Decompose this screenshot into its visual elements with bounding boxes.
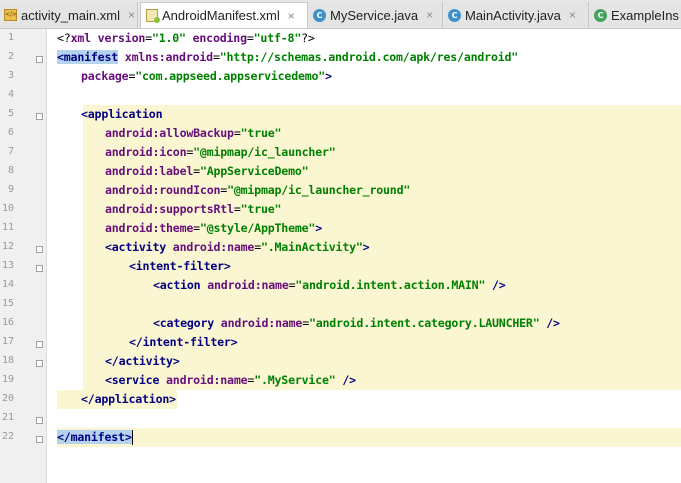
line-number: 20 — [1, 393, 14, 404]
tab-android-manifest-xml[interactable]: AndroidManifest.xml × — [140, 2, 308, 28]
fold-marker-icon[interactable] — [36, 246, 43, 253]
manifest-file-icon — [145, 9, 160, 23]
current-line-highlight — [57, 428, 681, 447]
line-number: 16 — [1, 317, 14, 328]
line-number: 7 — [7, 146, 14, 157]
code-line: <intent-filter> — [129, 259, 231, 273]
fold-marker-icon[interactable] — [36, 360, 43, 367]
code-line: android:supportsRtl="true" — [105, 202, 282, 216]
fold-marker-icon[interactable] — [36, 436, 43, 443]
line-number: 14 — [1, 279, 14, 290]
line-number-gutter[interactable]: 1 2 3 4 5 6 7 8 9 10 11 12 13 14 15 16 1… — [0, 29, 47, 483]
code-line: </manifest> — [57, 430, 133, 445]
code-line: <activity android:name=".MainActivity"> — [105, 240, 370, 254]
fold-marker-icon[interactable] — [36, 341, 43, 348]
editor-tab-bar: </> activity_main.xml × AndroidManifest.… — [0, 0, 681, 29]
code-line: android:theme="@style/AppTheme"> — [105, 221, 322, 235]
class-icon: C — [313, 8, 326, 22]
line-number: 5 — [7, 108, 14, 119]
class-icon: C — [448, 8, 461, 22]
code-line: android:allowBackup="true" — [105, 126, 282, 140]
code-line: android:roundIcon="@mipmap/ic_launcher_r… — [105, 183, 411, 197]
text-caret — [131, 430, 133, 445]
line-number: 2 — [7, 51, 14, 62]
tab-label: ExampleIns — [611, 7, 679, 23]
tab-mainactivity-java[interactable]: C MainActivity.java × — [444, 2, 589, 28]
line-number: 12 — [1, 241, 14, 252]
line-number: 1 — [7, 32, 14, 43]
line-number: 21 — [1, 412, 14, 423]
line-number: 19 — [1, 374, 14, 385]
code-line: android:icon="@mipmap/ic_launcher" — [105, 145, 336, 159]
class-icon: C — [594, 8, 607, 22]
line-number: 3 — [7, 70, 14, 81]
line-number: 13 — [1, 260, 14, 271]
line-number: 11 — [1, 222, 14, 233]
line-number: 6 — [7, 127, 14, 138]
xml-file-icon: </> — [4, 9, 17, 22]
line-number: 9 — [7, 184, 14, 195]
tab-label: MyService.java — [330, 7, 419, 23]
fold-marker-icon[interactable] — [36, 265, 43, 272]
code-line: <category android:name="android.intent.c… — [153, 316, 560, 330]
code-line: </intent-filter> — [129, 335, 238, 349]
close-icon[interactable]: × — [288, 9, 295, 23]
close-icon[interactable]: × — [128, 8, 135, 22]
code-line: package="com.appseed.appservicedemo"> — [81, 69, 332, 83]
tab-myservice-java[interactable]: C MyService.java × — [309, 2, 443, 28]
code-line: </application> — [81, 392, 176, 406]
line-number: 10 — [1, 203, 14, 214]
code-editor[interactable]: <?xml version="1.0" encoding="utf-8"?> <… — [47, 29, 681, 483]
tab-label: activity_main.xml — [21, 7, 120, 23]
tab-label: MainActivity.java — [465, 7, 561, 23]
line-number: 15 — [1, 298, 14, 309]
code-line: <service android:name=".MyService" /> — [105, 373, 356, 387]
fold-marker-icon[interactable] — [36, 113, 43, 120]
code-line: <action android:name="android.intent.act… — [153, 278, 506, 292]
close-icon[interactable]: × — [569, 8, 576, 22]
tab-activity-main-xml[interactable]: </> activity_main.xml × — [0, 2, 138, 28]
code-line: android:label="AppServiceDemo" — [105, 164, 309, 178]
code-line: <manifest xmlns:android="http://schemas.… — [57, 50, 519, 64]
code-line: <?xml version="1.0" encoding="utf-8"?> — [57, 31, 315, 45]
line-number: 8 — [7, 165, 14, 176]
fold-marker-icon[interactable] — [36, 56, 43, 63]
tab-exampleins[interactable]: C ExampleIns — [590, 2, 681, 28]
line-number: 4 — [7, 89, 14, 100]
close-icon[interactable]: × — [426, 8, 433, 22]
code-line: </activity> — [105, 354, 180, 368]
line-number: 18 — [1, 355, 14, 366]
tab-label: AndroidManifest.xml — [162, 8, 280, 23]
line-number: 17 — [1, 336, 14, 347]
fold-marker-icon[interactable] — [36, 417, 43, 424]
line-number: 22 — [1, 431, 14, 442]
code-line: <application — [81, 107, 163, 121]
